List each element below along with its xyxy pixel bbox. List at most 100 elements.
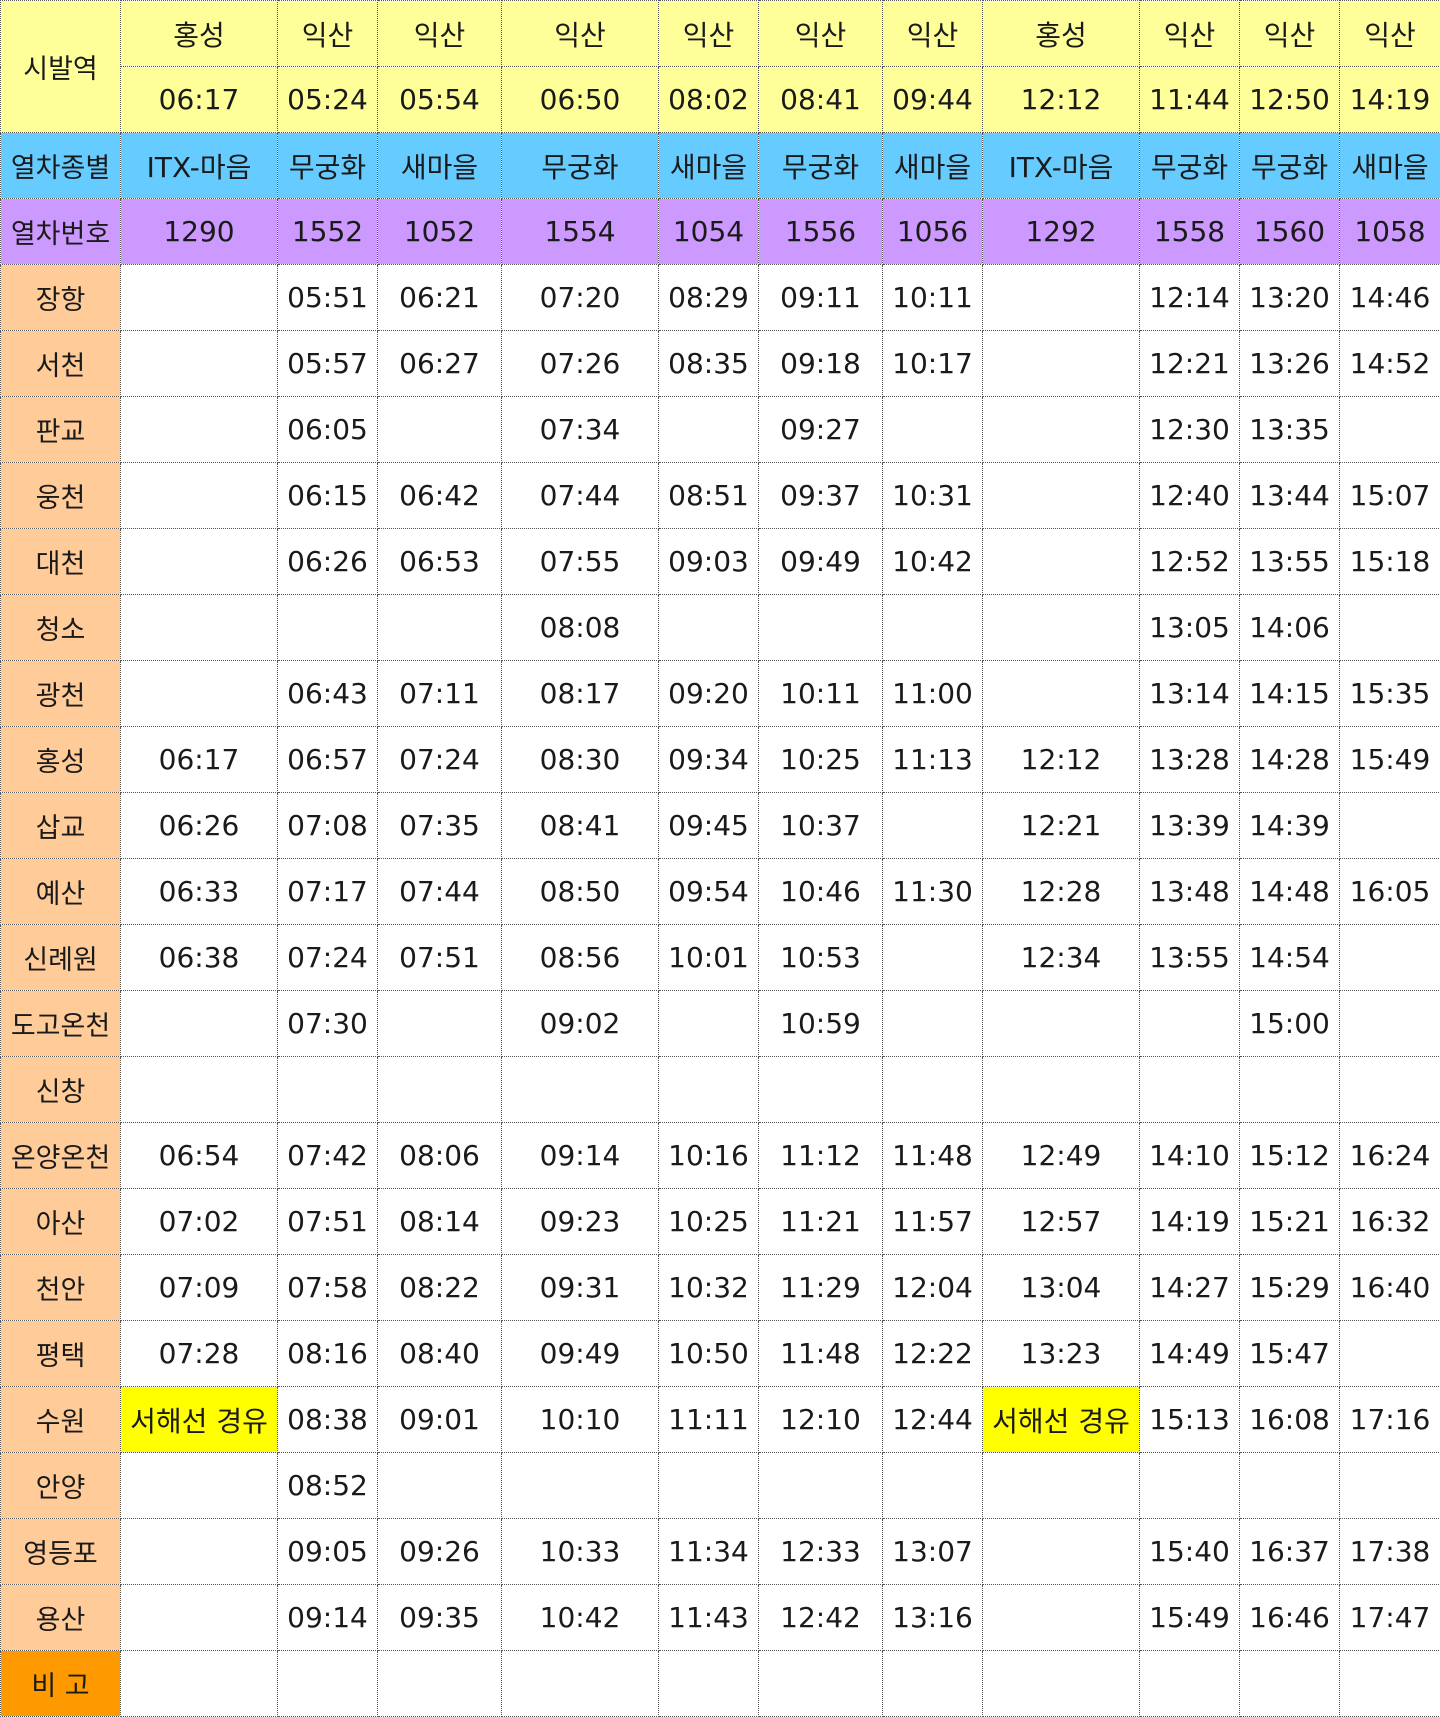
departure-time: 10:11 [882,264,983,331]
origin-depart-time: 08:41 [758,66,883,133]
departure-time: 12:30 [1139,396,1240,463]
departure-time [1339,1452,1440,1519]
departure-time [982,1518,1140,1585]
departure-time: 12:49 [982,1122,1140,1189]
remark-cell [1239,1650,1340,1717]
departure-time: 10:17 [882,330,983,397]
train-number: 1292 [982,198,1140,265]
departure-time [1139,990,1240,1057]
departure-time: 13:44 [1239,462,1340,529]
station-name: 홍성 [0,726,121,793]
departure-time: 11:12 [758,1122,883,1189]
departure-time [1339,924,1440,991]
departure-time [982,264,1140,331]
departure-time: 08:52 [277,1452,378,1519]
train-timetable: 시발역 홍성 익산 익산 익산 익산 익산 익산 홍성 익산 익산 익산 06:17 05:24 05:54… [0,0,1440,1717]
departure-time: 14:10 [1139,1122,1240,1189]
departure-time: 11:30 [882,858,983,925]
departure-time [1339,1056,1440,1123]
departure-time: 08:41 [501,792,659,859]
departure-time: 12:12 [982,726,1140,793]
station-name: 판교 [0,396,121,463]
origin-station: 익산 [1239,0,1340,67]
origin-depart-time: 05:24 [277,66,378,133]
origin-station: 익산 [1139,0,1240,67]
departure-time: 07:26 [501,330,659,397]
departure-time [120,396,278,463]
departure-time: 08:14 [377,1188,502,1255]
origin-depart-time: 05:54 [377,66,502,133]
departure-time: 13:28 [1139,726,1240,793]
departure-time: 16:40 [1339,1254,1440,1321]
station-row: 영등포 09:05 09:26 10:33 11:34 12:33 13:07 15:40 16… [0,1518,1440,1585]
station-name: 도고온천 [0,990,121,1057]
station-name: 영등포 [0,1518,121,1585]
departure-time: 07:55 [501,528,659,595]
departure-time: 10:42 [501,1584,659,1651]
departure-time: 10:50 [658,1320,759,1387]
departure-time: 13:14 [1139,660,1240,727]
departure-time: 14:52 [1339,330,1440,397]
train-number-label: 열차번호 [0,198,121,265]
departure-time: 14:15 [1239,660,1340,727]
departure-time: 14:06 [1239,594,1340,661]
departure-time: 07:20 [501,264,659,331]
train-number: 1552 [277,198,378,265]
train-type: 무궁화 [277,132,378,199]
departure-time: 08:17 [501,660,659,727]
station-row: 온양온천 06:54 07:42 08:06 09:14 10:16 11:12 11:48 1… [0,1122,1440,1189]
departure-time: 12:21 [982,792,1140,859]
departure-time: 16:37 [1239,1518,1340,1585]
via-note: 서해선 경유 [982,1386,1140,1453]
departure-time: 09:03 [658,528,759,595]
departure-time: 08:29 [658,264,759,331]
station-row: 천안 07:09 07:58 08:22 09:31 10:32 11:29 12:04 13:… [0,1254,1440,1321]
departure-time: 13:04 [982,1254,1140,1321]
departure-time: 10:11 [758,660,883,727]
station-name: 서천 [0,330,121,397]
departure-time [882,792,983,859]
departure-time [882,1452,983,1519]
remark-cell [501,1650,659,1717]
departure-time [1339,792,1440,859]
departure-time: 06:27 [377,330,502,397]
departure-time: 09:35 [377,1584,502,1651]
departure-time: 12:34 [982,924,1140,991]
departure-time: 10:42 [882,528,983,595]
station-row: 삽교 06:26 07:08 07:35 08:41 09:45 10:37 12:21 13:… [0,792,1440,859]
departure-time: 15:47 [1239,1320,1340,1387]
departure-time [1139,1056,1240,1123]
station-row: 웅천 06:15 06:42 07:44 08:51 09:37 10:31 12:40 13:… [0,462,1440,529]
departure-time: 09:23 [501,1188,659,1255]
origin-depart-time: 12:50 [1239,66,1340,133]
departure-time [1339,594,1440,661]
departure-time [658,1056,759,1123]
remark-cell [658,1650,759,1717]
train-type: ITX-마음 [982,132,1140,199]
station-row: 예산 06:33 07:17 07:44 08:50 09:54 10:46 11:30 12:… [0,858,1440,925]
departure-time: 11:11 [658,1386,759,1453]
departure-time: 13:07 [882,1518,983,1585]
departure-time [120,264,278,331]
departure-time: 10:16 [658,1122,759,1189]
departure-time: 13:23 [982,1320,1140,1387]
departure-time [120,660,278,727]
station-name: 평택 [0,1320,121,1387]
departure-time: 08:06 [377,1122,502,1189]
departure-time: 07:11 [377,660,502,727]
origin-station: 익산 [1339,0,1440,67]
departure-time [120,594,278,661]
departure-time: 06:26 [120,792,278,859]
departure-time [882,924,983,991]
origin-station: 익산 [501,0,659,67]
departure-time: 10:01 [658,924,759,991]
station-name: 장항 [0,264,121,331]
station-row: 청소 08:08 13:05 14:06 [0,594,1440,661]
origin-station: 익산 [758,0,883,67]
departure-time [658,594,759,661]
departure-time: 09:31 [501,1254,659,1321]
departure-time [120,990,278,1057]
departure-time: 08:22 [377,1254,502,1321]
train-number: 1558 [1139,198,1240,265]
departure-time: 14:46 [1339,264,1440,331]
